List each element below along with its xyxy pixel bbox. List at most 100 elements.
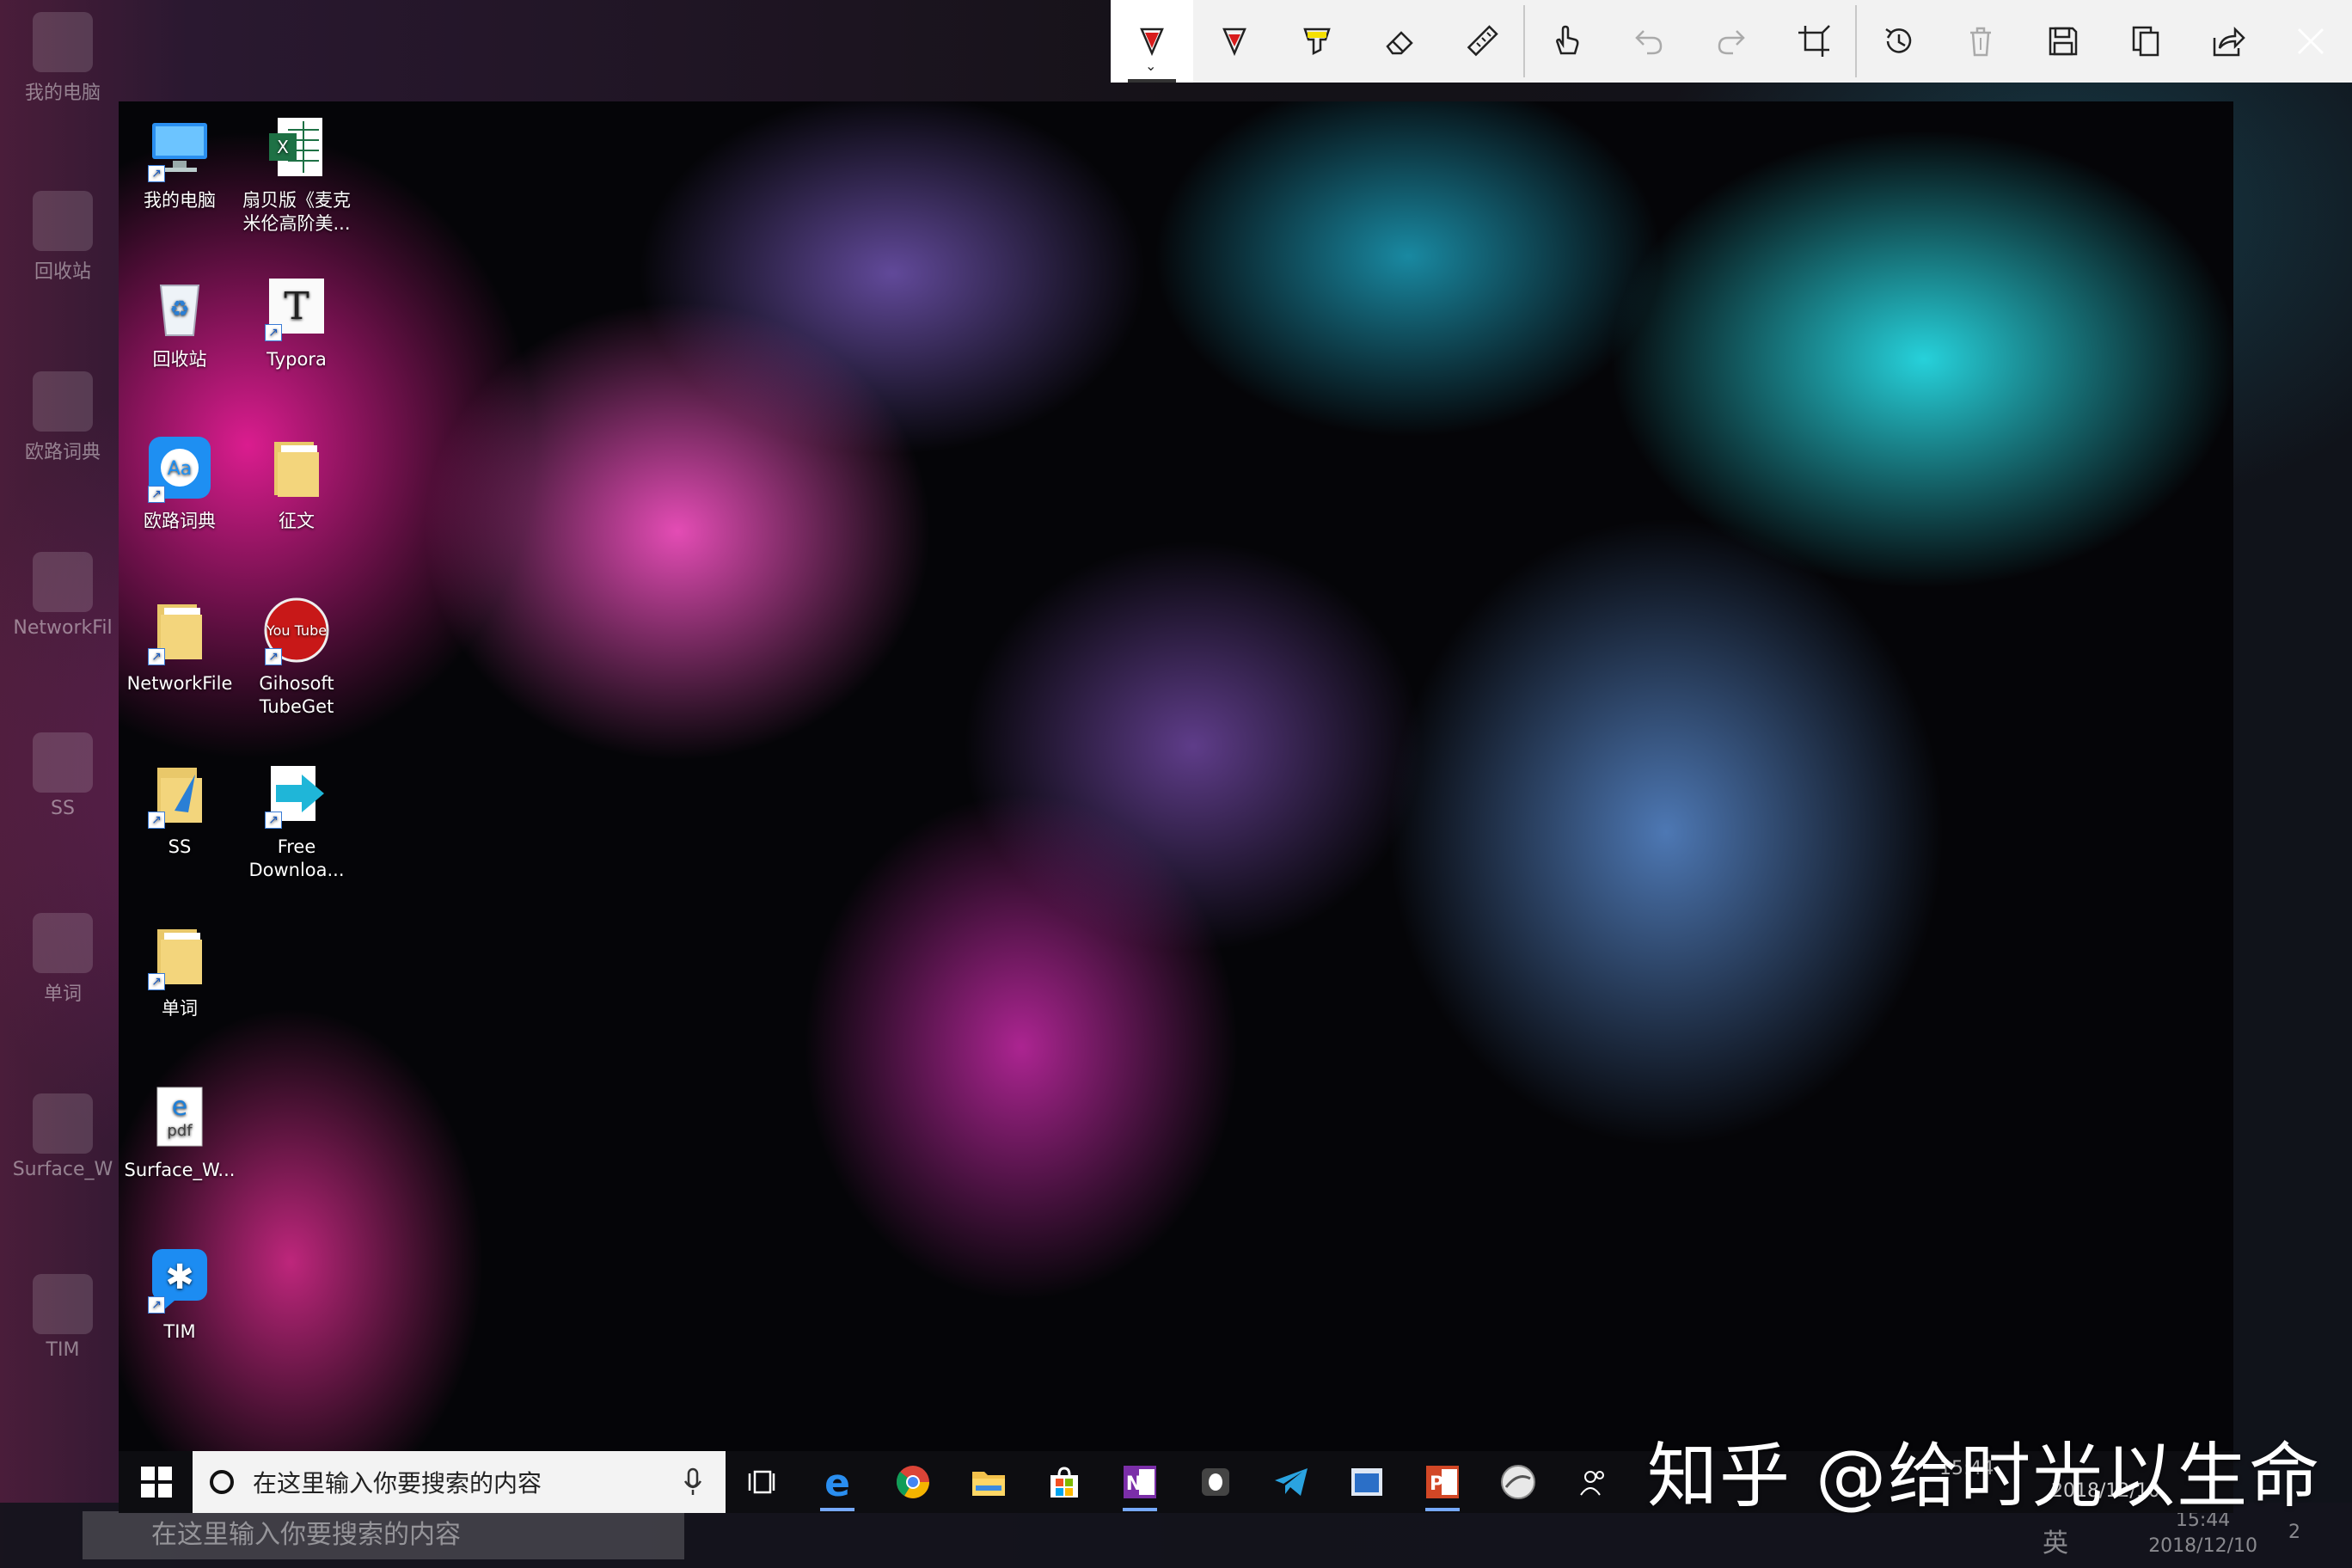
icon-label: TIM xyxy=(163,1321,196,1342)
microphone-icon[interactable] xyxy=(676,1467,710,1497)
folder-icon xyxy=(33,913,93,973)
highlighter-icon xyxy=(1303,28,1331,56)
svg-text:Aa: Aa xyxy=(168,458,193,480)
taskbar-file-explorer[interactable] xyxy=(966,1460,1011,1504)
shortcut-arrow-icon: ↗ xyxy=(148,486,165,503)
icon-label: 单词 xyxy=(162,998,198,1019)
desktop-icon-free-download[interactable]: ↗ Free Downloa... xyxy=(241,756,352,882)
folder-icon: ↗ xyxy=(143,756,217,830)
taskbar-store[interactable] xyxy=(1042,1460,1087,1504)
desktop-icon-recycle-bin[interactable]: ♻ 回收站 xyxy=(124,269,236,371)
pencil-icon xyxy=(1222,28,1246,57)
desktop-icon-ss[interactable]: ↗ SS xyxy=(124,756,236,859)
zhihu-watermark: 知乎 @给时光以生命 xyxy=(1647,1436,2322,1517)
chevron-down-icon: ⌄ xyxy=(1145,58,1157,74)
people-icon xyxy=(1580,1471,1604,1496)
desktop-icon-zhengwen-folder[interactable]: 征文 xyxy=(241,431,352,533)
taskbar-edge[interactable]: e xyxy=(815,1460,860,1511)
save-button[interactable] xyxy=(2022,0,2104,83)
close-button[interactable] xyxy=(2269,0,2352,83)
outer-desktop-icon: SS xyxy=(7,732,119,819)
desktop-icon-typora[interactable]: T ↗ Typora xyxy=(241,269,352,371)
qq-icon xyxy=(1202,1468,1229,1496)
captured-screenshot: ↗ 我的电脑 X 扇贝版《麦克 米伦高阶美... ♻ 回收站 T ↗ Typor… xyxy=(119,101,2233,1513)
ballpoint-pen-icon xyxy=(1140,28,1164,57)
touch-writing-button[interactable] xyxy=(1525,0,1608,83)
windows-logo-icon xyxy=(141,1467,172,1498)
shortcut-arrow-icon: ↗ xyxy=(148,648,165,665)
crop-button[interactable] xyxy=(1773,0,1855,83)
desktop-icon-tim[interactable]: ✱ ↗ TIM xyxy=(124,1241,236,1344)
share-button[interactable] xyxy=(2187,0,2269,83)
eraser-button[interactable] xyxy=(1358,0,1441,83)
folder-icon xyxy=(972,1472,1005,1496)
outer-icon-label: 单词 xyxy=(43,983,82,1005)
youtube-icon: You Tube ↗ xyxy=(260,593,334,667)
search-placeholder: 在这里输入你要搜索的内容 xyxy=(253,1469,542,1498)
taskbar-telegram[interactable] xyxy=(1269,1460,1314,1504)
desktop-icon-danci-folder[interactable]: ↗ 单词 xyxy=(124,918,236,1020)
ballpoint-pen-button[interactable]: ⌄ xyxy=(1111,0,1193,83)
outer-clock-date: 2018/12/10 xyxy=(2148,1535,2257,1557)
shortcut-arrow-icon: ↗ xyxy=(265,812,282,829)
desktop-icon-excel-file[interactable]: X 扇贝版《麦克 米伦高阶美... xyxy=(241,110,352,236)
outer-icon-label: SS xyxy=(51,798,75,819)
icon-label: Surface_W... xyxy=(124,1160,236,1180)
desktop-icon-gihosoft[interactable]: You Tube ↗ Gihosoft TubeGet xyxy=(241,593,352,719)
desktop-icon-networkfile[interactable]: ↗ NetworkFile xyxy=(124,593,236,695)
history-icon xyxy=(1885,28,1912,53)
outer-ime-indicator: 英 xyxy=(2043,1528,2068,1559)
svg-text:♻: ♻ xyxy=(169,297,189,322)
wallpaper xyxy=(119,101,2233,1513)
excel-icon: X xyxy=(260,110,334,184)
shortcut-arrow-icon: ↗ xyxy=(148,165,165,182)
start-button[interactable] xyxy=(139,1465,174,1499)
redo-button[interactable] xyxy=(1690,0,1773,83)
taskbar-onenote[interactable]: N xyxy=(1118,1460,1162,1511)
outer-icon-label: 回收站 xyxy=(34,261,91,283)
edge-icon: e xyxy=(824,1463,850,1501)
undo-icon xyxy=(1635,30,1663,55)
store-icon xyxy=(1050,1467,1078,1498)
computer-icon: ↗ xyxy=(143,110,217,184)
cortana-icon xyxy=(210,1470,234,1494)
download-arrow-icon: ↗ xyxy=(260,756,334,830)
task-view-icon xyxy=(748,1470,775,1494)
outer-desktop-icon: 我的电脑 xyxy=(7,12,119,105)
highlighter-button[interactable] xyxy=(1276,0,1358,83)
outer-icon-label: TIM xyxy=(46,1339,80,1361)
taskbar-powerpoint[interactable]: P xyxy=(1420,1460,1465,1511)
taskbar-app-round[interactable] xyxy=(1496,1460,1540,1504)
copy-icon xyxy=(2132,26,2159,57)
outer-icon-label: NetworkFil xyxy=(13,617,113,639)
shortcut-arrow-icon: ↗ xyxy=(148,1296,165,1314)
svg-text:✱: ✱ xyxy=(165,1258,194,1297)
desktop-icon-surface-pdf[interactable]: e pdf Surface_W... xyxy=(124,1080,236,1182)
desktop-icon-eudic[interactable]: Aa ↗ 欧路词典 xyxy=(124,431,236,533)
pdf-icon: e pdf xyxy=(143,1080,217,1154)
powerpoint-icon: P xyxy=(1426,1466,1459,1498)
svg-text:pdf: pdf xyxy=(167,1122,193,1140)
icon-label: Downloa... xyxy=(248,860,345,880)
taskbar-qq[interactable] xyxy=(1193,1460,1238,1504)
svg-text:X: X xyxy=(277,137,289,157)
desktop-icon-my-computer[interactable]: ↗ 我的电脑 xyxy=(124,110,236,212)
taskbar-search-box[interactable]: 在这里输入你要搜索的内容 xyxy=(193,1451,726,1513)
history-button[interactable] xyxy=(1857,0,1939,83)
folder-icon: ↗ xyxy=(143,918,217,992)
ruler-button[interactable] xyxy=(1441,0,1523,83)
copy-button[interactable] xyxy=(2104,0,2187,83)
taskbar-chrome[interactable] xyxy=(891,1460,935,1504)
svg-text:e: e xyxy=(824,1463,850,1501)
icon-label: 我的电脑 xyxy=(144,190,216,211)
pencil-button[interactable] xyxy=(1193,0,1276,83)
undo-button[interactable] xyxy=(1608,0,1690,83)
folder-icon: ↗ xyxy=(143,593,217,667)
taskbar-app-window[interactable] xyxy=(1344,1460,1389,1504)
task-view-button[interactable] xyxy=(739,1460,784,1504)
recycle-bin-icon xyxy=(33,191,93,251)
taskbar-people[interactable] xyxy=(1571,1460,1616,1504)
shortcut-arrow-icon: ↗ xyxy=(265,648,282,665)
delete-button[interactable] xyxy=(1939,0,2022,83)
outer-desktop-icons: 我的电脑 回收站 欧路词典 NetworkFil SS 单词 Surface_W… xyxy=(0,0,120,1461)
